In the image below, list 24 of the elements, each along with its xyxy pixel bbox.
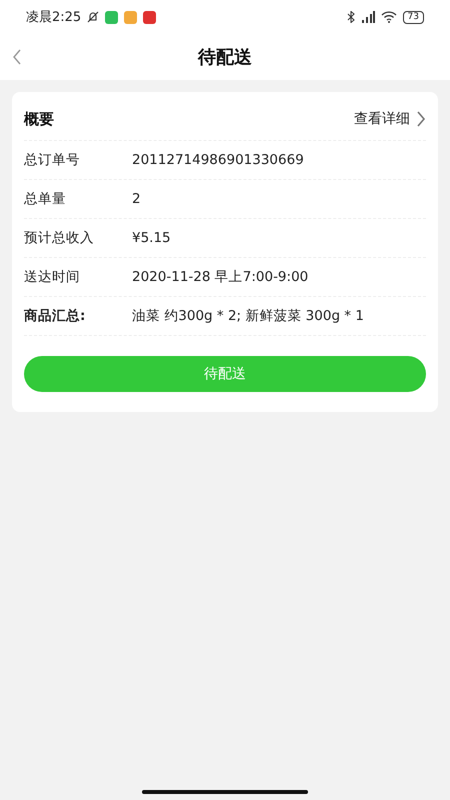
field-label: 总订单号 xyxy=(24,151,81,169)
bell-off-icon xyxy=(87,11,100,23)
signal-icon xyxy=(360,11,375,23)
field-value: 2020-11-28 早上7:00-9:00 xyxy=(132,268,308,286)
bluetooth-icon xyxy=(346,11,355,23)
field-label: 总单量 xyxy=(24,190,67,208)
status-time: 凌晨2:25 xyxy=(26,9,82,26)
card-title: 概要 xyxy=(24,110,54,128)
chat-app-icon xyxy=(105,10,118,24)
battery-icon: 73 xyxy=(402,10,424,24)
field-label: 商品汇总: xyxy=(24,307,86,325)
field-value: 油菜 约300g * 2; 新鲜菠菜 300g * 1 xyxy=(132,307,364,325)
field-label: 送达时间 xyxy=(24,268,81,286)
music-app-icon xyxy=(143,10,156,24)
message-app-icon xyxy=(124,10,138,24)
field-label: 预计总收入 xyxy=(24,229,95,247)
wifi-icon xyxy=(380,11,397,23)
field-value: 2 xyxy=(132,191,141,207)
page-title: 待配送 xyxy=(198,46,252,69)
field-value: ¥5.15 xyxy=(132,230,171,246)
field-value: 20112714986901330669 xyxy=(132,152,304,168)
view-details-link[interactable]: 查看详细 xyxy=(354,110,426,128)
chevron-right-icon xyxy=(416,111,426,127)
back-icon[interactable] xyxy=(12,48,22,66)
